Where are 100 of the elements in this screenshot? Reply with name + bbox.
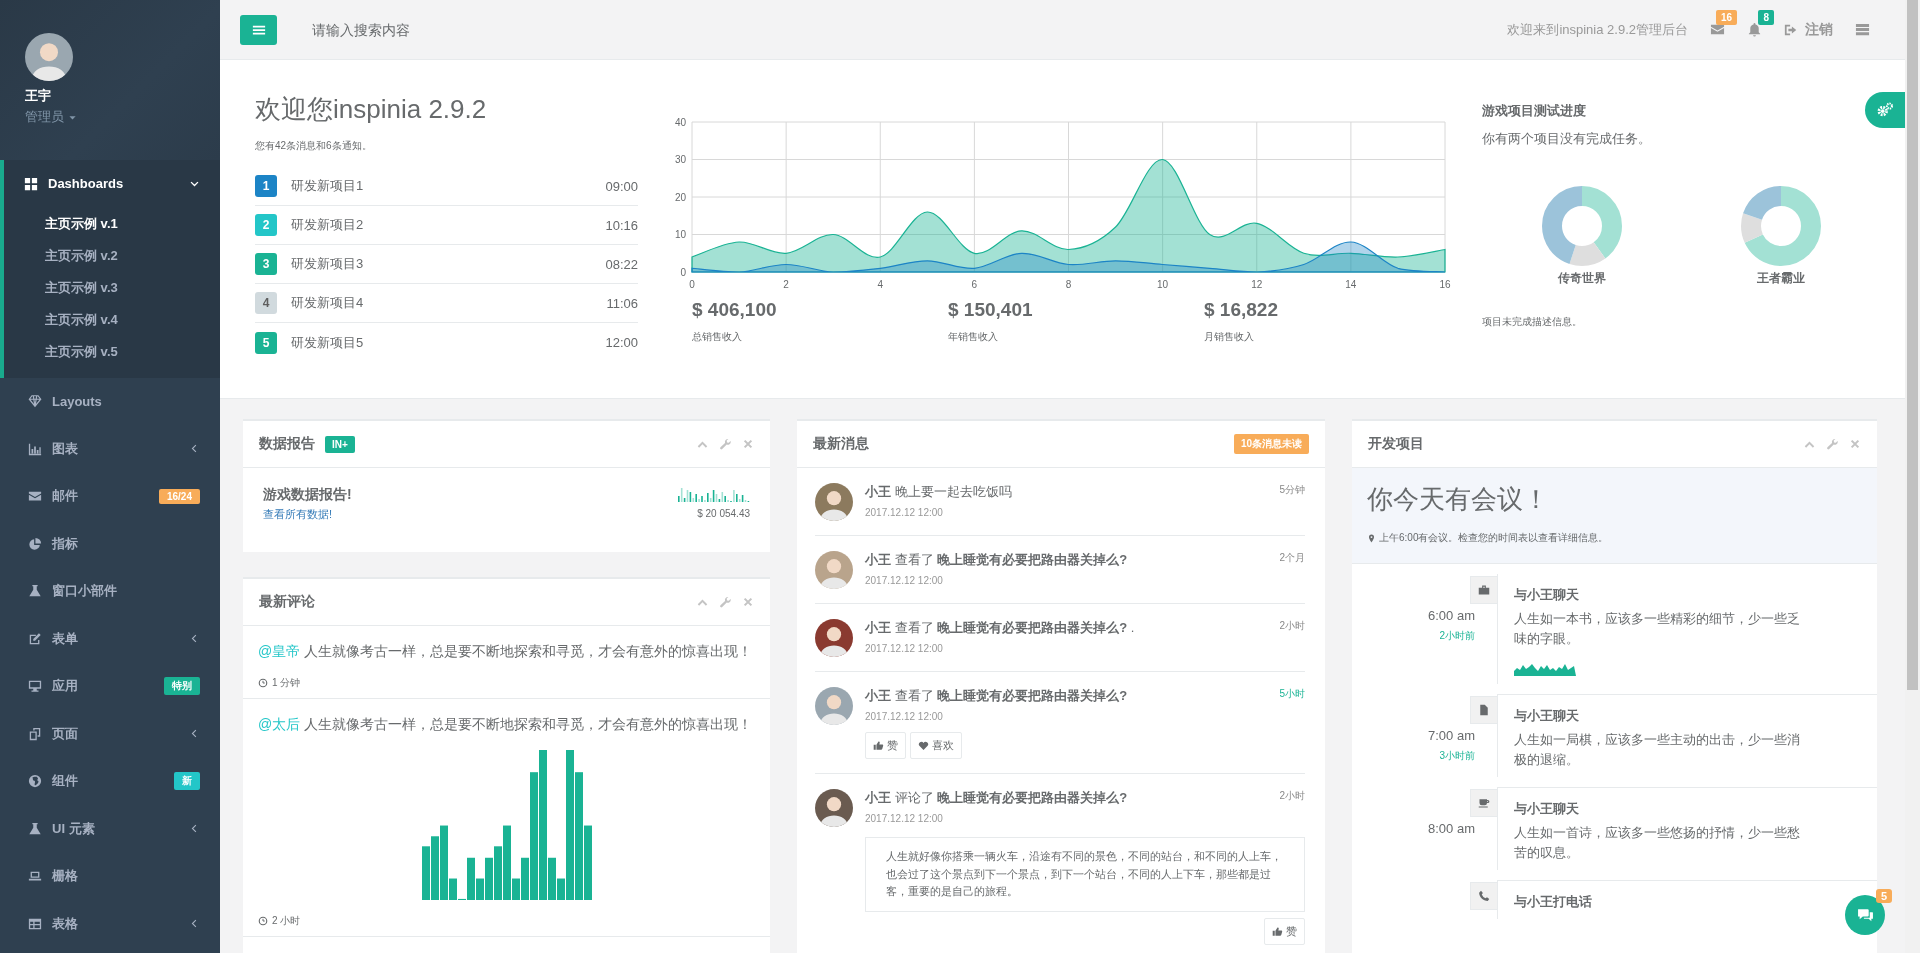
message-text: 小王 查看了 晚上睡觉有必要把路由器关掉么? — [865, 551, 1128, 569]
sign-out-icon — [1784, 22, 1798, 37]
project-name: 研发新项目3 — [291, 255, 364, 273]
stat-value: $ 16,822 — [1204, 299, 1278, 321]
project-name: 研发新项目4 — [291, 294, 364, 312]
section-text: 你有两个项目没有完成任务。 — [1482, 130, 1651, 148]
entry-text: 人生如一本书，应该多一些精彩的细节，少一些乏味的字眼。 — [1514, 610, 1801, 648]
panel-title: 最新评论 — [259, 593, 315, 611]
nav-item[interactable]: 表单 — [4, 615, 220, 663]
bar — [421, 846, 430, 901]
entry-age: 2小时前 — [1439, 629, 1475, 643]
comment-time: 1 分钟 — [258, 675, 301, 690]
project-time: 11:06 — [606, 295, 638, 311]
count-badge: 16 — [1715, 10, 1737, 25]
message-age: 5小时 — [1279, 687, 1305, 701]
stat-value: $ 150,401 — [948, 299, 1033, 321]
stat-label: 月销售收入 — [1204, 330, 1254, 344]
project-name: 研发新项目1 — [291, 177, 364, 195]
nav-item[interactable]: 图表 — [4, 425, 220, 473]
pencil-icon — [28, 631, 42, 646]
number-badge: 5 — [255, 331, 277, 354]
nav-subitem[interactable]: 主页示例 v.3 — [45, 271, 118, 304]
message-text: 小王 晚上要一起去吃饭吗 — [865, 483, 1012, 501]
message-age: 2小时 — [1279, 619, 1305, 633]
nav-item[interactable]: 邮件 16/24 — [4, 472, 220, 520]
game-name: 传奇世界 — [1557, 270, 1606, 287]
close-icon — [742, 438, 754, 450]
bell-icon — [1747, 22, 1762, 37]
nav-subitem[interactable]: 主页示例 v.5 — [45, 335, 118, 368]
view-data-link[interactable]: 查看所有数据! — [263, 507, 333, 522]
sparkline-drawing — [678, 486, 750, 502]
settings-button[interactable] — [1865, 92, 1905, 128]
close-icon — [1849, 438, 1861, 450]
nav-subitem[interactable]: 主页示例 v.4 — [45, 303, 118, 336]
nav-item[interactable]: 应用 特别 — [4, 662, 220, 710]
project-name: 研发新项目5 — [291, 333, 364, 352]
entry-text: 人生如一首诗，应该多一些悠扬的抒情，少一些愁苦的叹息。 — [1514, 824, 1801, 862]
number-badge: 2 — [255, 214, 277, 236]
nav-item[interactable]: Dashboards — [4, 160, 220, 208]
nav-item[interactable]: 表格 — [4, 900, 220, 948]
user-name: 王宇 — [25, 87, 52, 105]
message-date: 2017.12.12 12:00 — [865, 575, 943, 586]
number-badge: 1 — [255, 175, 277, 197]
globe-icon — [28, 774, 42, 789]
menu-button[interactable] — [240, 14, 277, 45]
thumbs-up-icon — [873, 740, 884, 751]
axis-label: 12 — [1251, 279, 1263, 290]
message-age: 2小时 — [1279, 789, 1305, 803]
comment-time: 2 小时 — [258, 914, 301, 929]
game-name: 王者霸业 — [1756, 270, 1805, 287]
nav-item[interactable]: Layouts — [4, 377, 220, 425]
nav-subitem[interactable]: 主页示例 v.1 — [45, 207, 118, 240]
stat-label: 总销售收入 — [692, 330, 742, 344]
bar — [430, 836, 439, 901]
nav-item[interactable]: 组件 新 — [4, 757, 220, 805]
message-date: 2017.12.12 12:00 — [865, 813, 943, 824]
axis-label: 0 — [689, 279, 695, 290]
sparkline-drawing — [1514, 662, 1576, 676]
like-button[interactable]: 赞 — [865, 732, 906, 759]
logout-link[interactable]: 注销 — [1784, 20, 1833, 39]
mail-button[interactable] — [1710, 22, 1725, 37]
flask-icon — [28, 821, 42, 836]
panel-title: 开发项目 — [1368, 435, 1424, 453]
subtitle: 您有42条消息和6条通知。 — [255, 139, 372, 153]
entry-title: 与小王聊天 — [1514, 586, 1579, 604]
thumbs-up-icon — [1272, 925, 1283, 937]
monitor-icon — [28, 679, 42, 694]
badge: 16/24 — [158, 488, 200, 504]
alerts-button[interactable] — [1747, 22, 1762, 37]
search-field[interactable]: 请输入搜索内容 — [312, 17, 612, 42]
panel-toggle-button[interactable] — [1855, 22, 1870, 37]
nav-item[interactable]: UI 元素 — [4, 805, 220, 853]
quote-text: 人生就好像你搭乘一辆火车，沿途有不同的景色，不同的站台，和不同的人上车，也会过了这个景点到下一个景点，到下一个站台，不同的人上下车，那些都是过客，重要的是自己的旅程。 — [865, 837, 1305, 912]
entry-time: 7:00 am — [1428, 728, 1475, 743]
axis-label: 4 — [877, 279, 884, 290]
axis-label: 30 — [674, 154, 686, 165]
close-icon — [742, 596, 754, 608]
like-button[interactable]: 赞 — [1264, 917, 1305, 945]
nav-item[interactable]: 页面 — [4, 710, 220, 758]
nav-item[interactable]: 窗口小部件 — [4, 567, 220, 615]
nav-item[interactable]: 指标 — [4, 520, 220, 568]
love-button[interactable]: 喜欢 — [910, 732, 962, 759]
user-role-menu[interactable]: 管理员 — [25, 108, 78, 126]
stat-value: $ 406,100 — [692, 299, 777, 321]
comment-text: @皇帝 人生就像考古一样，总是要不断地探索和寻觅，才会有意外的惊喜出现！ — [258, 642, 754, 661]
nav-subitem[interactable]: 主页示例 v.2 — [45, 239, 118, 272]
project-time: 09:00 — [605, 178, 638, 194]
diamond-icon — [28, 394, 42, 409]
nav-item[interactable]: 栅格 — [4, 852, 220, 900]
map-marker-icon — [1367, 533, 1376, 543]
bar — [493, 846, 502, 901]
briefcase-icon — [1478, 584, 1490, 596]
wrench-icon — [719, 437, 732, 451]
avatar-icon — [815, 789, 853, 827]
avatar-icon — [815, 551, 853, 589]
entry-time: 8:00 am — [1428, 821, 1475, 836]
settings-icon — [1876, 101, 1894, 119]
panel-title: 数据报告 — [259, 435, 315, 453]
avatar-icon — [815, 687, 853, 725]
project-time: 12:00 — [605, 335, 638, 350]
